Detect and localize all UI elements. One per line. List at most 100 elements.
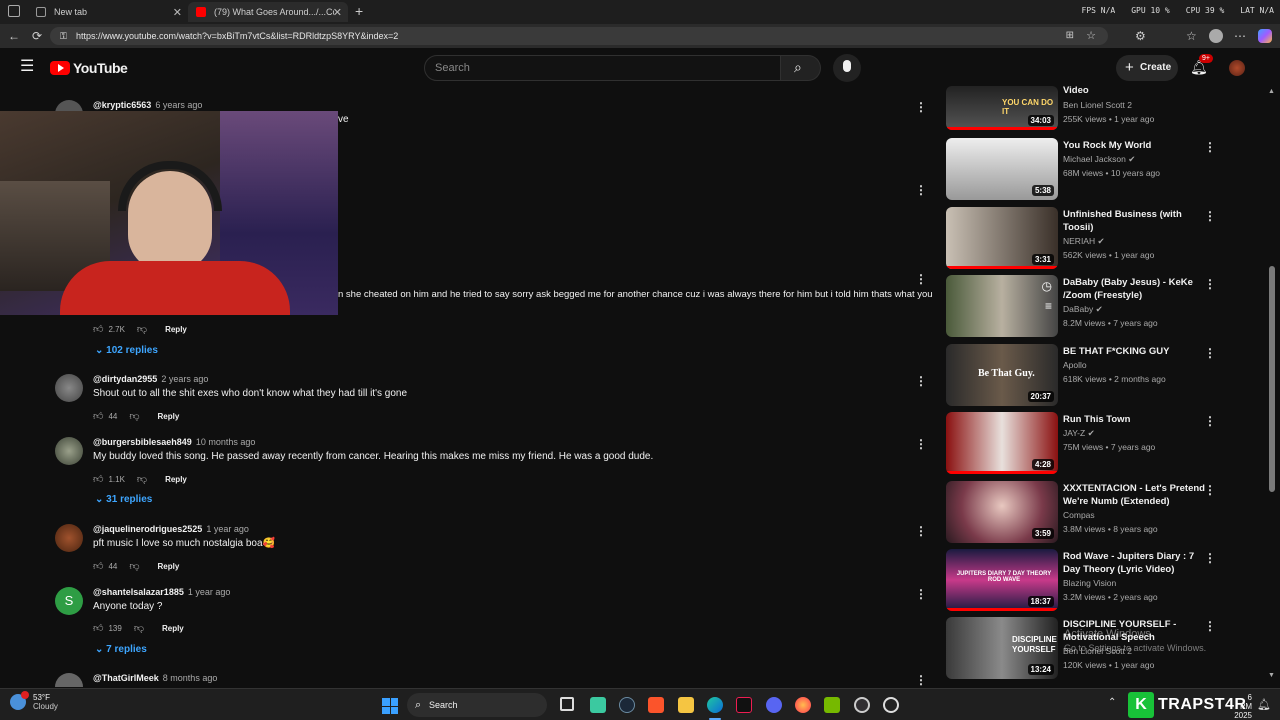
more-actions-icon[interactable]: ⋮ xyxy=(915,374,927,388)
reply-button[interactable]: Reply xyxy=(165,325,187,334)
more-actions-icon[interactable]: ⋮ xyxy=(1204,551,1216,565)
more-actions-icon[interactable]: ⋮ xyxy=(1204,346,1216,360)
tab-new-tab[interactable]: New tab ✕ xyxy=(28,2,188,22)
tiktok-icon[interactable] xyxy=(736,697,752,713)
site-info-icon[interactable]: ⚿ xyxy=(60,27,67,45)
video-thumbnail[interactable]: 5:38 xyxy=(946,138,1058,200)
more-actions-icon[interactable]: ⋮ xyxy=(915,100,927,114)
video-thumbnail[interactable]: DISCIPLINE YOURSELF 13:24 xyxy=(946,617,1058,679)
more-actions-icon[interactable]: ⋮ xyxy=(1204,140,1216,154)
edge-icon[interactable] xyxy=(707,697,723,713)
scroll-up-arrow-icon[interactable]: ▲ xyxy=(1268,88,1275,95)
recommended-video[interactable]: 4:28 Run This Town JAY-Z ✔︎ 75M views • … xyxy=(946,412,1236,476)
avatar[interactable] xyxy=(55,374,83,402)
voice-search-button[interactable] xyxy=(833,54,861,82)
start-button[interactable] xyxy=(382,698,398,714)
recommended-video[interactable]: Be That Guy. 20:37 BE THAT F*CKING GUY A… xyxy=(946,344,1236,408)
obs-icon[interactable] xyxy=(854,697,870,713)
recommended-video[interactable]: 5:38 You Rock My World Michael Jackson ✔… xyxy=(946,138,1236,202)
comment-author[interactable]: @kryptic6563 6 years ago xyxy=(93,100,202,110)
reply-button[interactable]: Reply xyxy=(165,475,187,484)
video-thumbnail[interactable]: Be That Guy. 20:37 xyxy=(946,344,1058,406)
new-tab-plus-icon[interactable]: + xyxy=(355,3,363,19)
like-icon[interactable]: 👍︎ xyxy=(93,410,103,422)
avatar[interactable] xyxy=(55,524,83,552)
reader-icon[interactable]: ⊞ xyxy=(1066,27,1074,45)
firefox-icon[interactable] xyxy=(795,697,811,713)
channel-name[interactable]: Blazing Vision xyxy=(1063,578,1116,588)
hamburger-menu-icon[interactable]: ☰ xyxy=(20,59,34,75)
scrollbar-thumb[interactable] xyxy=(1269,266,1275,492)
like-icon[interactable]: 👍︎ xyxy=(93,473,103,485)
video-title[interactable]: Unfinished Business (with Toosii) xyxy=(1063,208,1211,234)
recommended-video[interactable]: YOU CAN DO IT 34:03 Video Ben Lionel Sco… xyxy=(946,68,1236,130)
more-actions-icon[interactable]: ⋮ xyxy=(1204,277,1216,291)
search-input[interactable]: Search xyxy=(424,55,781,81)
steam-icon[interactable] xyxy=(619,697,635,713)
more-actions-icon[interactable]: ⋮ xyxy=(915,673,927,687)
close-tab-icon[interactable]: ✕ xyxy=(333,6,342,19)
taskbar-search[interactable]: ⌕ Search xyxy=(407,693,547,717)
more-actions-icon[interactable]: ⋮ xyxy=(915,524,927,538)
video-title[interactable]: BE THAT F*CKING GUY xyxy=(1063,345,1211,358)
avatar[interactable]: S xyxy=(55,587,83,615)
copilot-icon[interactable] xyxy=(1258,29,1272,43)
dislike-icon[interactable]: 👎︎ xyxy=(134,622,144,634)
favorites-icon[interactable]: ☆ xyxy=(1186,29,1197,43)
video-title[interactable]: Run This Town xyxy=(1063,413,1211,426)
channel-name[interactable]: Ben Lionel Scott 2 xyxy=(1063,100,1132,110)
like-icon[interactable]: 👍︎ xyxy=(93,622,103,634)
show-hidden-icons-icon[interactable]: ⌃ xyxy=(1108,697,1116,708)
star-icon[interactable]: ☆ xyxy=(1086,27,1096,45)
avatar[interactable] xyxy=(55,673,83,687)
discord-icon[interactable] xyxy=(766,697,782,713)
reply-button[interactable]: Reply xyxy=(158,412,180,421)
video-thumbnail[interactable]: 3:31 xyxy=(946,207,1058,269)
comment-author[interactable]: @ThatGirlMeek 8 months ago xyxy=(93,673,217,683)
recommended-video[interactable]: 3:31 Unfinished Business (with Toosii) N… xyxy=(946,207,1236,271)
video-title[interactable]: You Rock My World xyxy=(1063,139,1211,152)
dislike-icon[interactable]: 👎︎ xyxy=(137,473,147,485)
comment-author[interactable]: @burgersbiblesaeh849 10 months ago xyxy=(93,437,255,447)
comment-author[interactable]: @shantelsalazar1885 1 year ago xyxy=(93,587,230,597)
comment-author[interactable]: @dirtydan2955 2 years ago xyxy=(93,374,208,384)
back-arrow-icon[interactable]: ← xyxy=(8,29,20,43)
reply-button[interactable]: Reply xyxy=(162,624,184,633)
recording-app-icon[interactable] xyxy=(883,697,899,713)
brave-icon[interactable] xyxy=(648,697,664,713)
view-replies-button[interactable]: ⌄ 31 replies xyxy=(95,494,152,505)
channel-name[interactable]: DaBaby ✔︎ xyxy=(1063,304,1103,315)
search-button[interactable]: ⌕ xyxy=(781,55,821,81)
scroll-down-arrow-icon[interactable]: ▼ xyxy=(1268,672,1275,679)
like-icon[interactable]: 👍︎ xyxy=(93,560,103,572)
tab-youtube[interactable]: (79) What Goes Around.../...Com ✕ xyxy=(188,2,348,22)
channel-name[interactable]: Compas xyxy=(1063,510,1095,520)
more-menu-icon[interactable]: ⋯ xyxy=(1234,29,1246,43)
more-actions-icon[interactable]: ⋮ xyxy=(1204,414,1216,428)
channel-name[interactable]: Apollo xyxy=(1063,360,1087,370)
more-actions-icon[interactable]: ⋮ xyxy=(1204,483,1216,497)
video-title[interactable]: DaBaby (Baby Jesus) - KeKe /Zoom (Freest… xyxy=(1063,276,1211,302)
video-thumbnail[interactable]: 3:59 xyxy=(946,481,1058,543)
dislike-icon[interactable]: 👎︎ xyxy=(129,560,139,572)
dislike-icon[interactable]: 👎︎ xyxy=(129,410,139,422)
more-actions-icon[interactable]: ⋮ xyxy=(1204,209,1216,223)
like-icon[interactable]: 👍︎ xyxy=(93,323,103,335)
system-clock[interactable]: 6 PM 2025 xyxy=(1234,693,1252,720)
channel-name[interactable]: JAY-Z ✔︎ xyxy=(1063,428,1095,439)
more-actions-icon[interactable]: ⋮ xyxy=(915,437,927,451)
video-thumbnail[interactable]: ◷ ≡ xyxy=(946,275,1058,337)
more-actions-icon[interactable]: ⋮ xyxy=(915,272,927,286)
comment-author[interactable]: @jaquelinerodrigues2525 1 year ago xyxy=(93,524,249,534)
video-thumbnail[interactable]: JUPITERS DIARY 7 DAY THEORY ROD WAVE 18:… xyxy=(946,549,1058,611)
recommended-video[interactable]: JUPITERS DIARY 7 DAY THEORY ROD WAVE 18:… xyxy=(946,549,1236,613)
video-title[interactable]: Video xyxy=(1063,84,1211,97)
view-replies-button[interactable]: ⌄ 102 replies xyxy=(95,345,158,356)
weather-widget[interactable]: 53°F Cloudy xyxy=(10,691,58,711)
folder-icon[interactable] xyxy=(678,697,694,713)
tab-actions-icon[interactable] xyxy=(8,5,20,17)
reply-button[interactable]: Reply xyxy=(158,562,180,571)
video-thumbnail[interactable]: YOU CAN DO IT 34:03 xyxy=(946,86,1058,130)
notification-center-icon[interactable]: 🔔︎ xyxy=(1257,698,1271,711)
avatar[interactable] xyxy=(55,437,83,465)
